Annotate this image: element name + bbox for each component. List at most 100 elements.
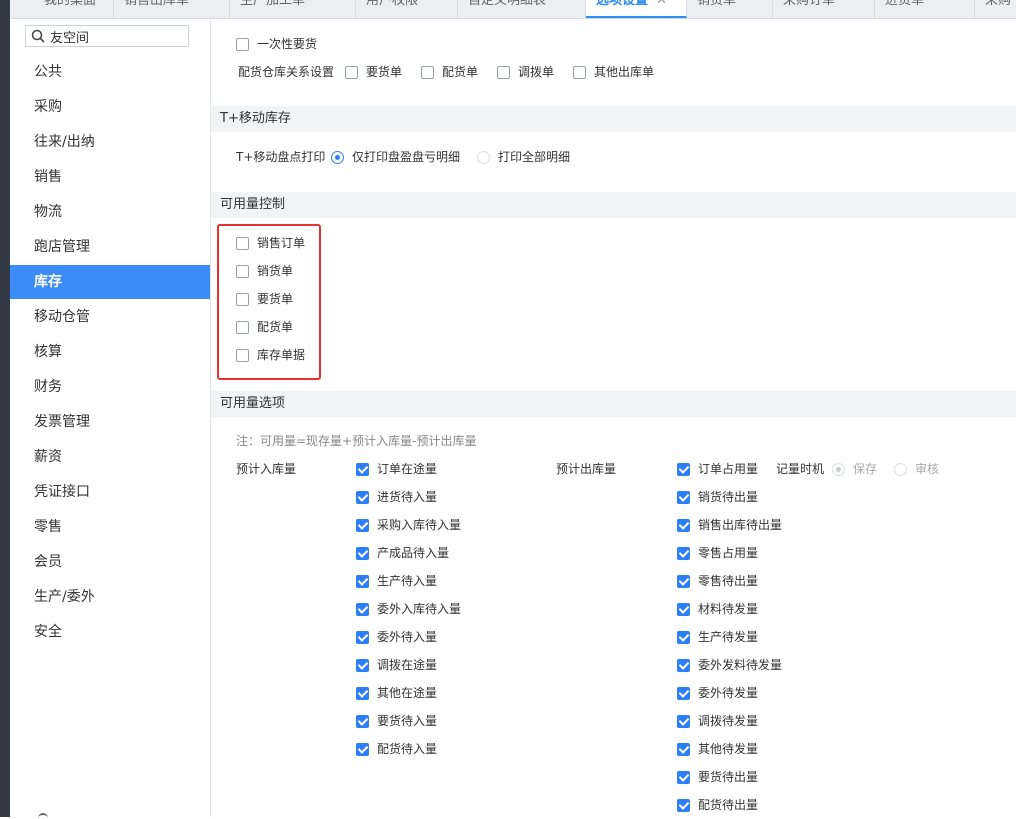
search-input[interactable]	[50, 27, 184, 45]
tab-sales-outbound[interactable]: 销售出库单	[114, 0, 230, 18]
outbound-item-checkbox[interactable]	[677, 743, 690, 756]
search-icon	[31, 29, 45, 43]
timing-label: 记量时机	[776, 462, 825, 476]
relation-transfer-label: 调拨单	[518, 65, 555, 79]
relation-transfer-checkbox[interactable]	[497, 66, 510, 79]
inbound-item-checkbox[interactable]	[356, 575, 369, 588]
inbound-item-checkbox[interactable]	[356, 519, 369, 532]
sidebar-item-sales[interactable]: 销售	[10, 160, 210, 194]
relation-request-checkbox[interactable]	[345, 66, 358, 79]
outbound-item-label: 销货待出量	[698, 490, 759, 504]
inbound-item-checkbox[interactable]	[356, 743, 369, 756]
sidebar-item-store-visits[interactable]: 跑店管理	[10, 230, 210, 264]
relation-other-outbound-checkbox[interactable]	[573, 66, 586, 79]
outbound-item-checkbox[interactable]	[677, 659, 690, 672]
relation-setting-label: 配货仓库关系设置	[238, 65, 335, 79]
sidebar-item-public[interactable]: 公共	[10, 55, 210, 89]
outbound-item-checkbox[interactable]	[677, 631, 690, 644]
tab-purchase[interactable]: 采购	[975, 0, 1016, 18]
outbound-item-label: 销售出库待出量	[698, 518, 783, 532]
outbound-item-checkbox[interactable]	[677, 687, 690, 700]
print-diff-only-radio[interactable]	[331, 151, 344, 164]
sidebar-item-finance[interactable]: 财务	[10, 370, 210, 404]
sidebar-item-logistics[interactable]: 物流	[10, 195, 210, 229]
tab-purchase-receipt[interactable]: 进货单*	[875, 0, 975, 18]
tab-label: 用户权限	[366, 0, 419, 8]
tab-desktop[interactable]: 我的桌面	[10, 0, 114, 18]
outbound-item-label: 委外待发量	[698, 686, 759, 700]
tab-label: 选项设置	[596, 0, 649, 8]
tab-label: 自定义明细表	[468, 0, 547, 8]
outbound-item-label: 零售待出量	[698, 574, 759, 588]
outbound-item-checkbox[interactable]	[677, 771, 690, 784]
close-icon[interactable]: ✕	[656, 0, 667, 8]
sidebar-item-mobile-warehouse[interactable]: 移动仓管	[10, 300, 210, 334]
sidebar-item-costing[interactable]: 核算	[10, 335, 210, 369]
outbound-item-checkbox[interactable]	[677, 603, 690, 616]
one-time-request-checkbox[interactable]	[236, 38, 249, 51]
inbound-item-checkbox[interactable]	[356, 659, 369, 672]
inbound-item-label: 配货待入量	[377, 742, 438, 756]
inbound-item-checkbox[interactable]	[356, 715, 369, 728]
tab-custom-detail[interactable]: 自定义明细表	[458, 0, 586, 18]
tab-sales-delivery[interactable]: 销货单	[687, 0, 773, 18]
sidebar-item-invoice[interactable]: 发票管理	[10, 405, 210, 439]
inbound-item-label: 调拨在途量	[377, 658, 438, 672]
inbound-item-label: 生产待入量	[377, 574, 438, 588]
relation-distribution-checkbox[interactable]	[421, 66, 434, 79]
settings-sidebar: 公共 采购 往来/出纳 销售 物流 跑店管理 库存 移动仓管 核算 财务 发票管…	[10, 19, 211, 817]
inbound-group-label: 预计入库量	[236, 462, 297, 476]
outbound-item-checkbox[interactable]	[677, 491, 690, 504]
tab-label: 进货单	[885, 0, 925, 8]
inbound-item-checkbox[interactable]	[356, 603, 369, 616]
tab-bar: 我的桌面 销售出库单 生产加工单* 用户权限 自定义明细表 选项设置 ✕ 销货单 …	[10, 0, 1016, 19]
sidebar-item-retail[interactable]: 零售	[10, 510, 210, 544]
tab-label: 采购订单	[783, 0, 836, 8]
outbound-item-checkbox[interactable]	[677, 715, 690, 728]
section-header-mobile-stock: T+移动库存	[211, 106, 1016, 132]
outbound-item-label: 委外发料待发量	[698, 658, 783, 672]
outbound-item-checkbox[interactable]	[677, 547, 690, 560]
settings-content: 一次性要货 配货仓库关系设置 要货单 配货单 调拨单 其他出库单 T+移动库存 …	[211, 19, 1016, 817]
sidebar-item-purchase[interactable]: 采购	[10, 90, 210, 124]
inbound-item-checkbox[interactable]	[356, 687, 369, 700]
outbound-item-checkbox[interactable]	[677, 799, 690, 812]
print-all-radio[interactable]	[477, 151, 490, 164]
section-header-availability-options: 可用量选项	[211, 391, 1016, 417]
tab-purchase-order[interactable]: 采购订单	[773, 0, 875, 18]
sidebar-item-members[interactable]: 会员	[10, 545, 210, 579]
print-diff-only-label: 仅打印盘盈盘亏明细	[352, 150, 461, 164]
sidebar-item-inventory[interactable]: 库存	[10, 265, 210, 299]
outbound-item-label: 其他待发量	[698, 742, 759, 756]
outbound-item-checkbox[interactable]	[677, 519, 690, 532]
sidebar-item-accounts-cashier[interactable]: 往来/出纳	[10, 125, 210, 159]
timing-save-radio[interactable]	[832, 463, 845, 476]
relation-distribution-label: 配货单	[442, 65, 479, 79]
outbound-item-label: 零售占用量	[698, 546, 759, 560]
outbound-item-label: 生产待发量	[698, 630, 759, 644]
tab-production-order[interactable]: 生产加工单*	[230, 0, 356, 18]
outbound-item-checkbox[interactable]	[677, 463, 690, 476]
modified-mark: *	[924, 0, 931, 8]
search-box	[25, 25, 189, 47]
app-left-strip	[0, 0, 10, 817]
sidebar-item-voucher-interface[interactable]: 凭证接口	[10, 475, 210, 509]
tab-user-permissions[interactable]: 用户权限	[356, 0, 458, 18]
timing-approve-radio[interactable]	[894, 463, 907, 476]
sidebar-item-production-outsourcing[interactable]: 生产/委外	[10, 580, 210, 614]
relation-request-label: 要货单	[366, 65, 403, 79]
outbound-item-checkbox[interactable]	[677, 575, 690, 588]
one-time-request-label: 一次性要货	[257, 37, 318, 51]
inbound-item-checkbox[interactable]	[356, 547, 369, 560]
outbound-item-label: 材料待发量	[698, 602, 759, 616]
inbound-item-checkbox[interactable]	[356, 463, 369, 476]
sidebar-item-payroll[interactable]: 薪资	[10, 440, 210, 474]
timing-approve-label: 审核	[915, 462, 940, 476]
inbound-item-checkbox[interactable]	[356, 491, 369, 504]
sidebar-item-security[interactable]: 安全	[10, 615, 210, 649]
inbound-item-checkbox[interactable]	[356, 631, 369, 644]
tab-options-settings[interactable]: 选项设置 ✕	[586, 0, 687, 18]
outbound-item-label: 要货待出量	[698, 770, 759, 784]
inbound-item-label: 要货待入量	[377, 714, 438, 728]
tab-label: 我的桌面	[44, 0, 97, 8]
